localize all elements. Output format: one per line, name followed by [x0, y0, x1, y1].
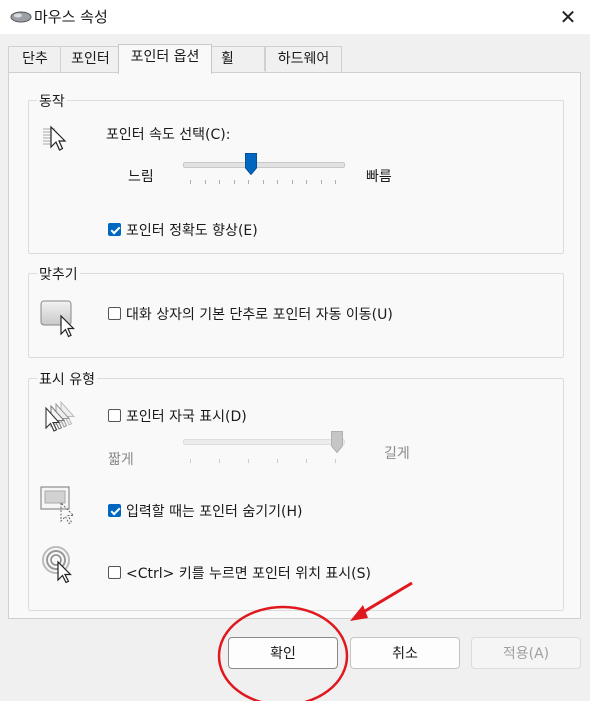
hide-pointer-icon: [40, 486, 75, 525]
long-label: 길게: [384, 446, 410, 462]
hide-while-typing-label[interactable]: 입력할 때는 포인터 숨기기(H): [126, 501, 302, 521]
tab-label: 포인터 옵션: [130, 49, 200, 65]
snap-to-default-icon: [40, 300, 75, 338]
cancel-button[interactable]: 취소: [350, 637, 460, 669]
ok-button[interactable]: 확인: [228, 637, 338, 669]
enhance-precision-label[interactable]: 포인터 정확도 향상(E): [126, 220, 258, 240]
pointer-speed-label: 포인터 속도 선택(C):: [106, 127, 231, 143]
slow-label: 느림: [128, 169, 154, 185]
motion-group-title: 동작: [37, 91, 67, 111]
mouse-icon: [10, 11, 32, 23]
pointer-speed-ticks: [190, 180, 336, 184]
pointer-speed-slider-track[interactable]: [183, 162, 345, 168]
ok-button-label: 확인: [270, 646, 296, 662]
tab-label: 휠: [221, 51, 234, 67]
pointer-speed-slider-thumb[interactable]: [245, 153, 258, 175]
pointer-trails-checkbox[interactable]: [108, 409, 121, 422]
tab-pointers[interactable]: 포인터: [60, 46, 121, 72]
pointer-speed-icon: [43, 125, 67, 151]
snap-to-group-title: 맞추기: [37, 264, 80, 284]
ctrl-locate-checkbox[interactable]: [108, 566, 121, 579]
tab-label: 포인터: [71, 51, 110, 67]
tab-pointer-options[interactable]: 포인터 옵션: [118, 44, 212, 74]
enhance-precision-checkbox[interactable]: [108, 223, 121, 236]
tab-hardware[interactable]: 하드웨어: [265, 46, 342, 72]
trail-length-slider-thumb[interactable]: [331, 431, 343, 453]
trail-length-ticks: [190, 459, 336, 463]
fast-label: 빠름: [366, 169, 392, 185]
pointer-trails-icon: [45, 400, 76, 432]
hide-while-typing-checkbox[interactable]: [108, 504, 121, 517]
apply-button-label: 적용(A): [502, 646, 550, 662]
apply-button[interactable]: 적용(A): [471, 637, 581, 669]
tab-label: 단추: [22, 51, 48, 67]
title-bar: 마우스 속성 ✕: [0, 0, 590, 34]
tab-label: 하드웨어: [277, 51, 330, 67]
mouse-properties-dialog: 마우스 속성 ✕ 단추 포인터 포인터 옵션 휠 하드웨어 동작 포인터 속도 …: [0, 0, 590, 701]
tab-buttons[interactable]: 단추: [8, 46, 62, 72]
snap-to-default-checkbox[interactable]: [108, 307, 121, 320]
tab-wheel[interactable]: 휠: [210, 46, 265, 71]
snap-to-default-label[interactable]: 대화 상자의 기본 단추로 포인터 자동 이동(U): [126, 304, 393, 324]
cancel-button-label: 취소: [392, 646, 418, 662]
trail-length-slider-track[interactable]: [183, 439, 345, 445]
ctrl-locate-icon: [42, 546, 72, 584]
window-title: 마우스 속성: [34, 8, 108, 26]
pointer-trails-label[interactable]: 포인터 자국 표시(D): [126, 406, 247, 426]
visibility-group-title: 표시 유형: [37, 369, 97, 389]
close-button[interactable]: ✕: [546, 0, 590, 34]
short-label: 짧게: [108, 452, 134, 468]
pointer-options-panel: 동작 포인터 속도 선택(C): 느림 빠름 포인터 정확도 향상(E) 맞추기: [8, 72, 581, 619]
ctrl-locate-label[interactable]: <Ctrl> 키를 누르면 포인터 위치 표시(S): [126, 563, 371, 583]
close-icon: ✕: [559, 5, 577, 29]
